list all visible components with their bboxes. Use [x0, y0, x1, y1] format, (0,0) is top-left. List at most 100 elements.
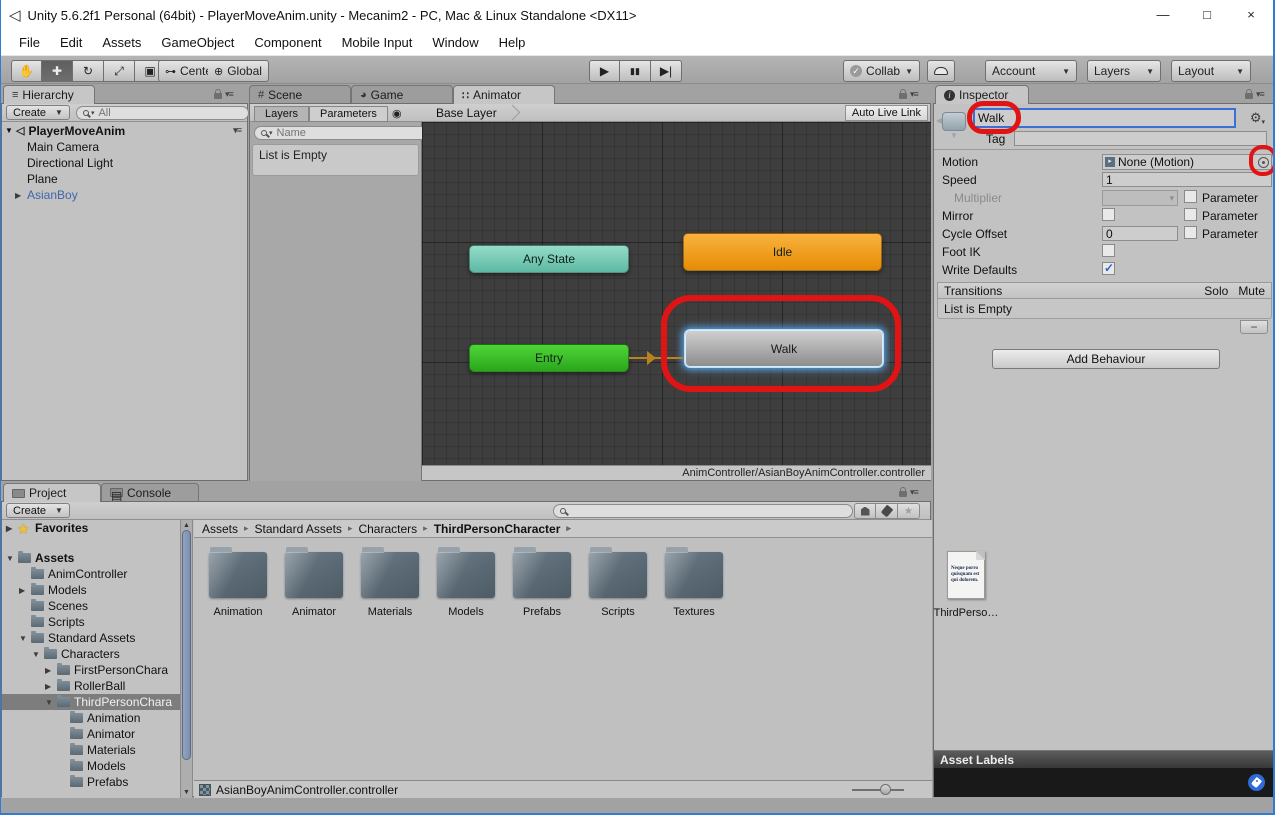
- multiplier-parameter-checkbox[interactable]: [1184, 190, 1197, 203]
- search-by-type-button[interactable]: [854, 503, 876, 519]
- foldout-arrow-icon[interactable]: ▼: [6, 554, 18, 563]
- space-toggle-button[interactable]: ⊕ Global: [208, 60, 269, 82]
- tab[interactable]: Console: [101, 483, 199, 501]
- transition-entry-to-idle[interactable]: [629, 357, 683, 359]
- move-tool-button[interactable]: ✚: [42, 60, 73, 82]
- menu-item[interactable]: Component: [244, 35, 331, 50]
- project-tree-item[interactable]: ▼ Assets: [2, 550, 180, 566]
- hand-tool-button[interactable]: ✋: [11, 60, 42, 82]
- state-node-entry[interactable]: Entry: [469, 344, 629, 372]
- gear-icon[interactable]: ⚙: [1250, 110, 1265, 126]
- tab-inspector[interactable]: i Inspector: [935, 85, 1029, 104]
- cycle-offset-input[interactable]: [1102, 226, 1178, 241]
- search-by-label-button[interactable]: [876, 503, 898, 519]
- breadcrumb-item[interactable]: ThirdPersonCharacter: [434, 522, 577, 536]
- breadcrumb-item[interactable]: Assets: [202, 522, 255, 536]
- maximize-button[interactable]: □: [1185, 0, 1229, 30]
- hierarchy-create-button[interactable]: Create ▼: [6, 105, 70, 120]
- scroll-down-icon[interactable]: ▼: [183, 789, 190, 796]
- menu-item[interactable]: Assets: [92, 35, 151, 50]
- pause-button[interactable]: ▮▮: [620, 60, 651, 82]
- folder-tile[interactable]: Scripts: [580, 546, 656, 618]
- motion-object-field[interactable]: ▸ None (Motion): [1102, 154, 1272, 170]
- menu-item[interactable]: Help: [489, 35, 536, 50]
- project-tree-item[interactable]: Scripts: [2, 614, 180, 630]
- hierarchy-item[interactable]: ▶ AsianBoy: [2, 187, 247, 203]
- foldout-arrow-icon[interactable]: ▼: [32, 650, 44, 659]
- state-name-input[interactable]: [974, 109, 1235, 127]
- folder-tile[interactable]: Materials: [352, 546, 428, 618]
- breadcrumb-item[interactable]: Characters: [358, 522, 433, 536]
- project-tree-item[interactable]: ▼ Standard Assets: [2, 630, 180, 646]
- project-tree-item[interactable]: Scenes: [2, 598, 180, 614]
- project-create-button[interactable]: Create ▼: [6, 503, 70, 518]
- foldout-arrow-icon[interactable]: ▶: [45, 682, 57, 691]
- animator-side-tab[interactable]: Layers: [254, 106, 309, 122]
- menu-item[interactable]: Window: [422, 35, 488, 50]
- folder-tile[interactable]: Textures: [656, 546, 732, 618]
- foot-ik-checkbox[interactable]: [1102, 244, 1115, 257]
- foldout-arrow-icon[interactable]: ▼: [45, 698, 57, 707]
- layers-dropdown[interactable]: Layers ▼: [1087, 60, 1161, 82]
- step-button[interactable]: ▶|: [651, 60, 682, 82]
- panel-menu-icon[interactable]: ▾≡: [910, 89, 918, 100]
- project-tree-item[interactable]: ▶ Models: [2, 582, 180, 598]
- menu-item[interactable]: GameObject: [151, 35, 244, 50]
- foldout-arrow-icon[interactable]: ▶: [45, 666, 57, 675]
- project-search-input[interactable]: [568, 504, 846, 518]
- tab[interactable]: Project: [3, 483, 101, 502]
- tab[interactable]: Game: [351, 85, 453, 103]
- favorites-filter-button[interactable]: ★: [898, 503, 920, 519]
- mirror-checkbox[interactable]: [1102, 208, 1115, 221]
- project-tree-item[interactable]: Animation: [2, 710, 180, 726]
- cloud-button[interactable]: [927, 60, 955, 82]
- minimize-button[interactable]: —: [1141, 0, 1185, 30]
- panel-menu-icon[interactable]: ▾≡: [233, 125, 241, 136]
- tab[interactable]: Animator: [453, 85, 555, 104]
- write-defaults-checkbox[interactable]: [1102, 262, 1115, 275]
- folder-tile[interactable]: Models: [428, 546, 504, 618]
- menu-item[interactable]: Mobile Input: [332, 35, 423, 50]
- project-tree-item[interactable]: ▶ Favorites: [2, 520, 180, 536]
- cycle-parameter-checkbox[interactable]: [1184, 226, 1197, 239]
- speed-input[interactable]: [1102, 172, 1272, 187]
- asset-labels-header[interactable]: Asset Labels: [934, 750, 1273, 768]
- hierarchy-item[interactable]: Directional Light: [2, 155, 247, 171]
- project-tree-item[interactable]: Models: [2, 758, 180, 774]
- folder-tile[interactable]: Animator: [276, 546, 352, 618]
- project-tree-item[interactable]: Prefabs: [2, 774, 180, 790]
- foldout-arrow-icon[interactable]: ▶: [15, 191, 27, 200]
- layer-breadcrumb[interactable]: Base Layer: [426, 104, 518, 121]
- menu-item[interactable]: File: [9, 35, 50, 50]
- state-node-any-state[interactable]: Any State: [469, 245, 629, 273]
- lock-icon[interactable]: [214, 93, 222, 99]
- folder-tile[interactable]: Prefabs: [504, 546, 580, 618]
- lock-icon[interactable]: [899, 93, 907, 99]
- play-button[interactable]: ▶: [589, 60, 620, 82]
- panel-menu-icon[interactable]: ▾≡: [225, 89, 233, 100]
- folder-tile[interactable]: Animation: [200, 546, 276, 618]
- label-tag-icon[interactable]: [1248, 774, 1265, 791]
- object-picker-icon[interactable]: [1258, 157, 1269, 168]
- project-tree-scrollbar[interactable]: ▲ ▼: [180, 520, 193, 798]
- tag-input[interactable]: [1014, 131, 1267, 146]
- state-machine-graph[interactable]: Any State Entry Idle Walk: [422, 122, 931, 466]
- mirror-parameter-checkbox[interactable]: [1184, 208, 1197, 221]
- parameters-search-input[interactable]: [275, 126, 421, 140]
- layout-dropdown[interactable]: Layout ▼: [1171, 60, 1251, 82]
- foldout-arrow-icon[interactable]: ▶: [6, 524, 18, 533]
- scrollbar-thumb[interactable]: [182, 530, 191, 760]
- scene-row[interactable]: ▼ ◁ PlayerMoveAnim ▾≡: [2, 122, 247, 139]
- document-tile[interactable]: Neque porro quisquam est qui dolorem. Th…: [928, 546, 1004, 619]
- lock-icon[interactable]: [1245, 93, 1253, 99]
- scroll-up-icon[interactable]: ▲: [183, 522, 190, 529]
- panel-menu-icon[interactable]: ▾≡: [910, 487, 918, 498]
- hierarchy-search-input[interactable]: [96, 106, 242, 120]
- scale-tool-button[interactable]: ⤢: [104, 60, 135, 82]
- lock-icon[interactable]: [899, 491, 907, 497]
- state-node-walk[interactable]: Walk: [685, 330, 883, 367]
- remove-transition-button[interactable]: −: [1240, 320, 1268, 334]
- auto-live-link-button[interactable]: Auto Live Link: [845, 105, 928, 121]
- add-behaviour-button[interactable]: Add Behaviour: [992, 349, 1220, 369]
- project-tree-item[interactable]: Materials: [2, 742, 180, 758]
